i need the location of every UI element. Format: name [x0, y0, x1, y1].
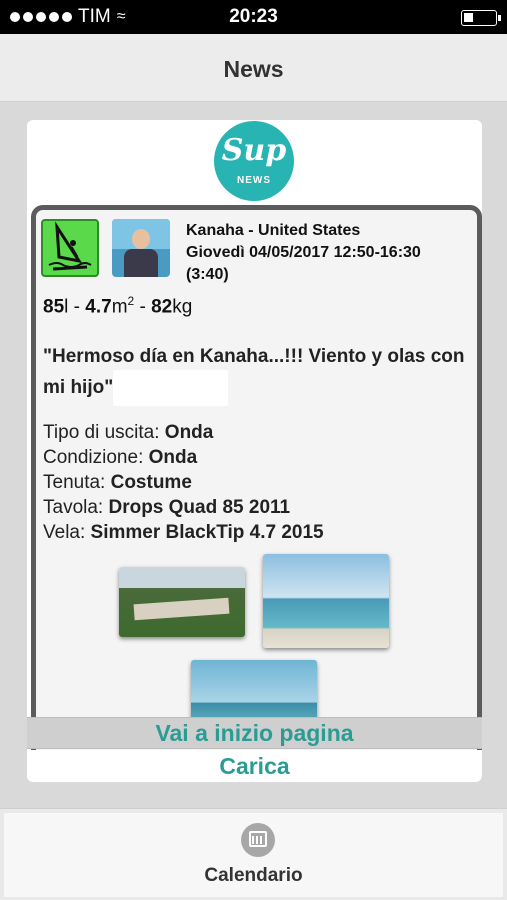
detail-row-outfit: Tenuta: Costume [43, 472, 192, 493]
detail-row-board: Tavola: Drops Quad 85 2011 [43, 497, 291, 518]
sup-news-logo: Sup NEWS [214, 121, 294, 201]
session-meta: Kanaha - United States Giovedì 04/05/201… [186, 220, 476, 286]
session-post: Kanaha - United States Giovedì 04/05/201… [31, 205, 482, 782]
battery-icon [461, 10, 501, 26]
board-volume: 85 [43, 296, 65, 318]
news-feed[interactable]: Sup NEWS Kanaha - United States Giovedì … [0, 103, 507, 808]
calendar-icon [241, 823, 275, 857]
photo-thumbnail-beach-gear[interactable] [119, 567, 245, 637]
rider-weight: 82 [151, 296, 173, 318]
redacted-area [113, 370, 229, 406]
detail-row-condition: Condizione: Onda [43, 447, 198, 468]
page-title: News [223, 56, 284, 82]
sail-size: 4.7 [85, 296, 112, 318]
scroll-to-top-button[interactable]: Vai a inizio pagina [27, 717, 482, 749]
detail-row-sail: Vela: Simmer BlackTip 4.7 2015 [43, 522, 324, 543]
tab-calendar-label: Calendario [204, 865, 303, 886]
gear-summary: 85l - 4.7m2 - 82kg [43, 294, 193, 318]
session-quote: "Hermoso día en Kanaha...!!! Viento y ol… [43, 344, 473, 406]
photo-thumbnail-ocean[interactable] [263, 554, 389, 648]
tab-calendar[interactable]: Calendario [4, 813, 503, 897]
status-bar: TIM ≈ 20:23 [0, 0, 507, 34]
user-avatar[interactable] [112, 219, 170, 277]
detail-row-type: Tipo di uscita: Onda [43, 422, 214, 443]
nav-bar: News [0, 34, 507, 102]
load-more-button[interactable]: Carica [27, 750, 482, 782]
photo-thumbnail-sea[interactable] [191, 660, 317, 720]
session-duration: (3:40) [186, 266, 229, 283]
windsurf-icon[interactable] [41, 219, 99, 277]
session-location: Kanaha - United States [186, 222, 361, 239]
session-details: Tipo di uscita: Onda Condizione: Onda Te… [43, 420, 324, 545]
news-card: Sup NEWS Kanaha - United States Giovedì … [27, 120, 482, 782]
session-datetime: Giovedì 04/05/2017 12:50-16:30 [186, 244, 421, 261]
status-time: 20:23 [229, 6, 278, 27]
tab-bar: Calendario [0, 808, 507, 900]
